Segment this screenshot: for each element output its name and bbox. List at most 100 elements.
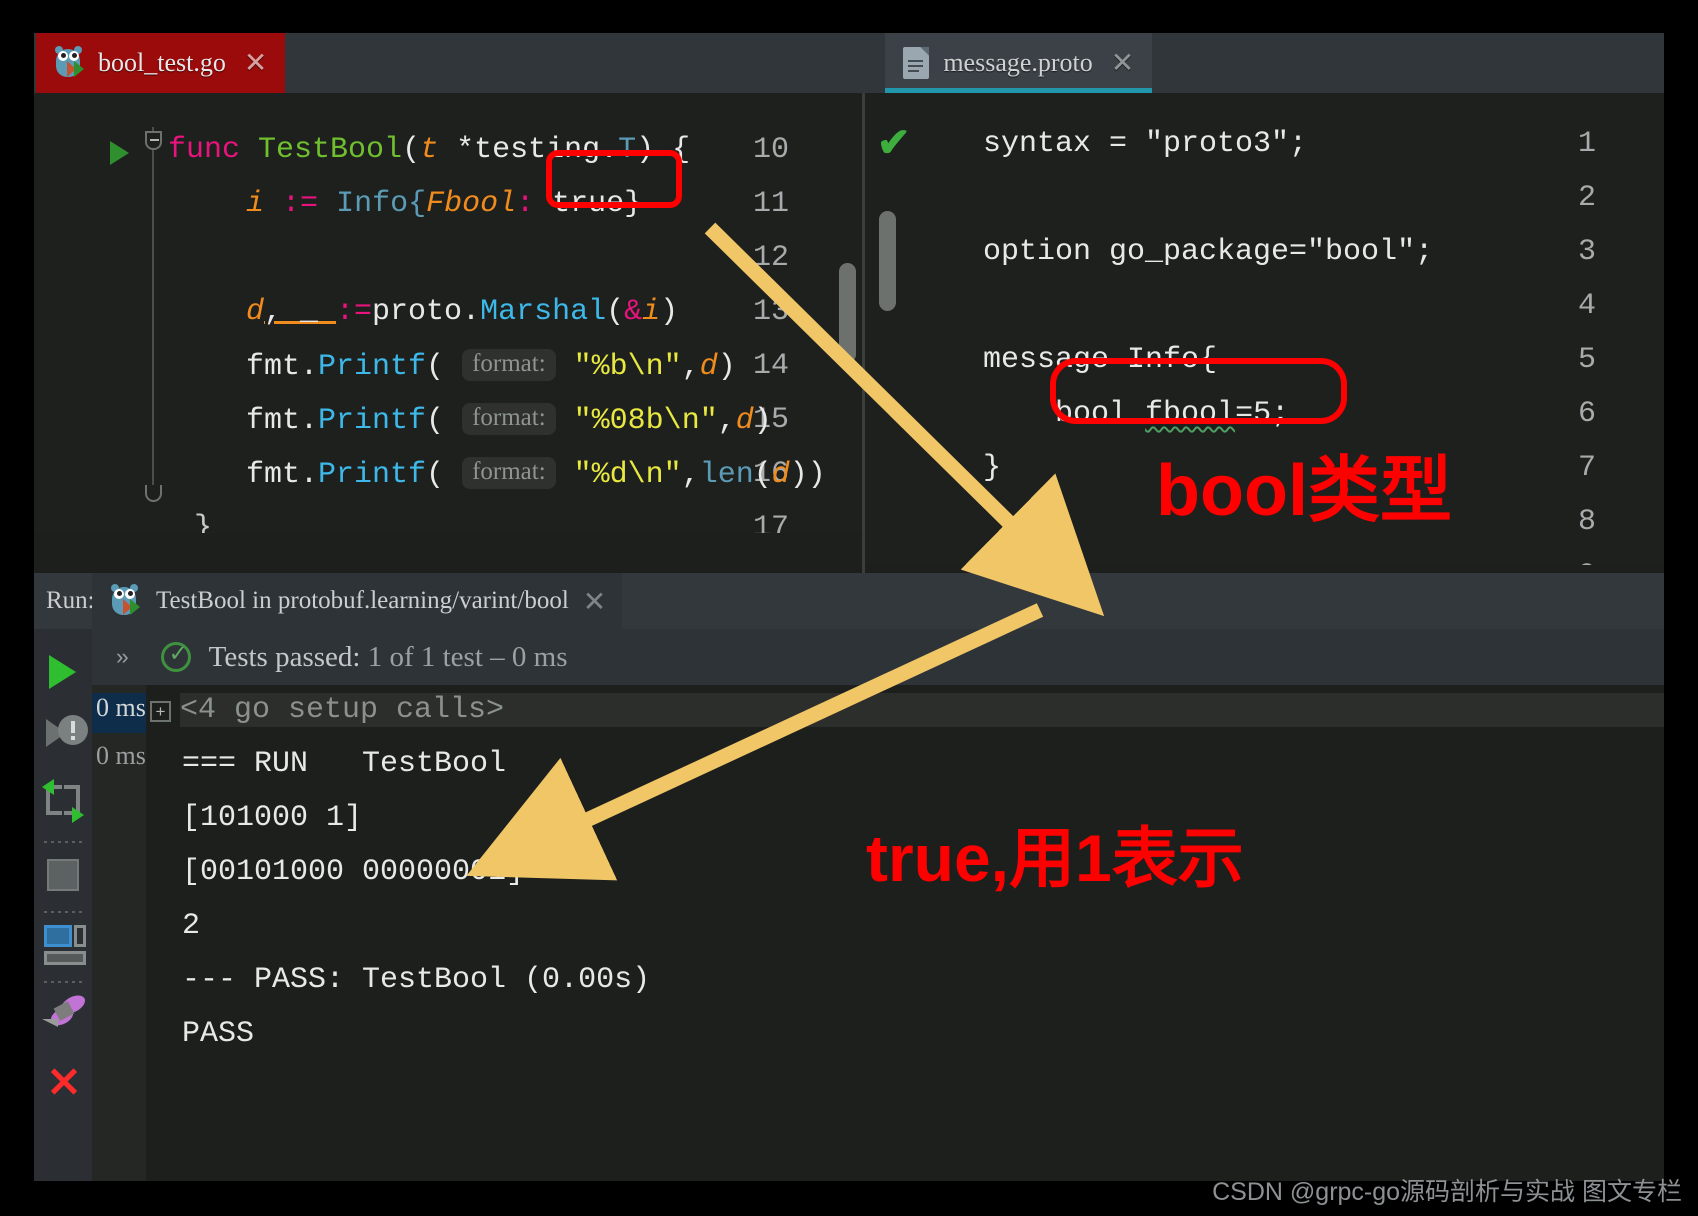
method-Printf: Printf — [318, 404, 427, 438]
code-fold-rail — [152, 127, 154, 497]
proto-field-tag: =5; — [1235, 397, 1290, 431]
assign-op-2: := — [336, 295, 373, 329]
rerun-failed-tests-icon[interactable] — [34, 711, 92, 763]
run-toolbar — [34, 629, 92, 1181]
fold-end-icon[interactable] — [145, 485, 162, 502]
type-Info: Info{ — [336, 187, 427, 221]
editor-bool-test-go[interactable]: 10 11 12 13 14 15 16 17 func TestBool(t … — [34, 93, 862, 573]
proto-field-name: fbool — [1145, 397, 1236, 431]
code-line-14: fmt.Printf( format: "%b\n",d) — [246, 349, 736, 384]
line-number-gutter-left[interactable] — [34, 93, 152, 573]
test-status-bar: ›› Tests passed: 1 of 1 test – 0 ms — [92, 629, 1664, 685]
pointer-testing: *testing. — [456, 133, 619, 167]
rerun-automatically-icon[interactable] — [34, 777, 92, 829]
fold-collapse-icon[interactable] — [145, 131, 162, 150]
proto-code-line-3: option go_package="bool"; — [983, 235, 1434, 269]
format-string-d: "%d\n" — [573, 458, 682, 492]
brace-open: ) { — [636, 133, 691, 167]
param-hint-format: format: — [462, 349, 556, 381]
proto-field-type: bool — [1055, 397, 1128, 431]
type-T: T — [618, 133, 637, 167]
blank-ident: , _ — [264, 295, 337, 329]
line-number-gutter-right[interactable] — [865, 93, 983, 573]
arg-d: d — [771, 458, 790, 492]
test-status-text: Tests passed: 1 of 1 test – 0 ms — [208, 640, 568, 673]
line-number: 4 — [1578, 289, 1597, 323]
method-Marshal: Marshal — [480, 295, 607, 329]
toolbar-separator — [44, 911, 82, 913]
format-string-b: "%b\n" — [573, 350, 682, 384]
run-window-header: Run: TestBool in protobuf.learning/varin… — [34, 573, 1664, 629]
code-line-13: d, _ :=proto.Marshal(&i) — [246, 295, 679, 329]
run-play-icon[interactable] — [34, 645, 92, 697]
timing-mark: 0 ms — [92, 693, 146, 733]
annotation-true-is-one: true,用1表示 — [866, 821, 1244, 895]
colon: : — [516, 187, 535, 221]
console-line: 2 — [182, 909, 201, 943]
console-line-setup: <4 go setup calls> — [180, 693, 1664, 727]
console-line: === RUN TestBool — [182, 747, 507, 781]
run-tool-window: Run: TestBool in protobuf.learning/varin… — [34, 573, 1664, 1181]
ide-window: bool_test.go ✕ message.proto ✕ 10 11 12 … — [34, 33, 1664, 1181]
editor-tab-message-proto[interactable]: message.proto ✕ — [885, 33, 1153, 93]
run-console[interactable]: 0 ms 0 ms <4 go setup calls> + === RUN T… — [92, 685, 1664, 1181]
run-config-label: TestBool in protobuf.learning/varint/boo… — [156, 587, 569, 614]
run-config-tab[interactable]: TestBool in protobuf.learning/varint/boo… — [92, 573, 623, 629]
green-check-circle-icon — [160, 640, 191, 672]
close-icon[interactable]: ✕ — [1111, 49, 1134, 77]
editor-tab-bool-test-go[interactable]: bool_test.go ✕ — [36, 33, 286, 93]
toolbar-separator — [44, 841, 82, 843]
proto-code-line-6: bool fbool=5; — [983, 397, 1664, 431]
var-i-ref: i — [642, 295, 661, 329]
editor-scrollbar-right[interactable] — [879, 211, 896, 311]
arg-d: d — [699, 350, 718, 384]
editor-tab-label: bool_test.go — [98, 48, 226, 77]
tabstrip-gap — [285, 33, 886, 93]
proto-bottom-clip — [865, 565, 1664, 573]
code-line-10: func TestBool(t *testing.T) { — [168, 133, 691, 167]
close-icon[interactable]: ✕ — [583, 585, 606, 618]
toolbar-separator — [44, 981, 82, 983]
function-name: TestBool — [258, 133, 403, 167]
param-hint-format: format: — [462, 457, 556, 489]
pkg-proto: proto. — [372, 295, 481, 329]
method-Printf: Printf — [318, 350, 427, 384]
console-line: PASS — [182, 1017, 255, 1051]
console-fold-strip — [146, 685, 182, 1181]
go-gopher-icon — [108, 584, 142, 618]
code-line-11: i := Info{Fbool: true} — [246, 187, 862, 221]
inspection-ok-check-icon[interactable]: ✔ — [877, 123, 911, 163]
pin-tab-icon[interactable] — [34, 991, 92, 1043]
assign-op: := — [282, 187, 319, 221]
proto-document-icon — [901, 46, 931, 80]
var-i: i — [246, 187, 265, 221]
value-true: true} — [552, 187, 643, 221]
pkg-fmt: fmt. — [246, 350, 319, 384]
editor-scrollbar-left[interactable] — [839, 263, 856, 363]
tabstrip-filler — [1152, 33, 1664, 93]
param-hint-format: format: — [462, 403, 556, 435]
stop-icon[interactable] — [34, 851, 92, 903]
address-of: & — [624, 295, 643, 329]
close-icon[interactable]: ✕ — [244, 49, 267, 77]
format-string-08b: "%08b\n" — [573, 404, 718, 438]
expand-output-icon[interactable]: ›› — [116, 644, 129, 670]
timing-mark: 0 ms — [96, 741, 146, 770]
console-layout-icon[interactable] — [34, 921, 92, 973]
proto-code-line-5: message Info{ — [983, 343, 1218, 377]
editor-tab-strip: bool_test.go ✕ message.proto ✕ — [34, 33, 1664, 93]
run-test-gutter-icon[interactable] — [110, 141, 129, 165]
close-panel-icon[interactable] — [34, 1057, 92, 1109]
expand-setup-calls-icon[interactable]: + — [150, 701, 171, 722]
pkg-fmt: fmt. — [246, 458, 319, 492]
line-number: 2 — [1578, 181, 1597, 215]
proto-code-line-1: syntax = "proto3"; — [983, 127, 1308, 161]
annotation-bool-type: bool类型 — [1156, 451, 1452, 531]
line-number: 8 — [1578, 505, 1597, 539]
builtin-len: len — [699, 458, 754, 492]
var-d: d — [246, 295, 265, 329]
watermark: CSDN @grpc-go源码剖析与实战 图文专栏 — [1212, 1178, 1682, 1206]
editor-bottom-fade — [34, 533, 862, 573]
code-line-16: fmt.Printf( format: "%d\n",len(d)) — [246, 457, 826, 492]
console-timing-gutter: 0 ms 0 ms — [92, 685, 146, 1181]
